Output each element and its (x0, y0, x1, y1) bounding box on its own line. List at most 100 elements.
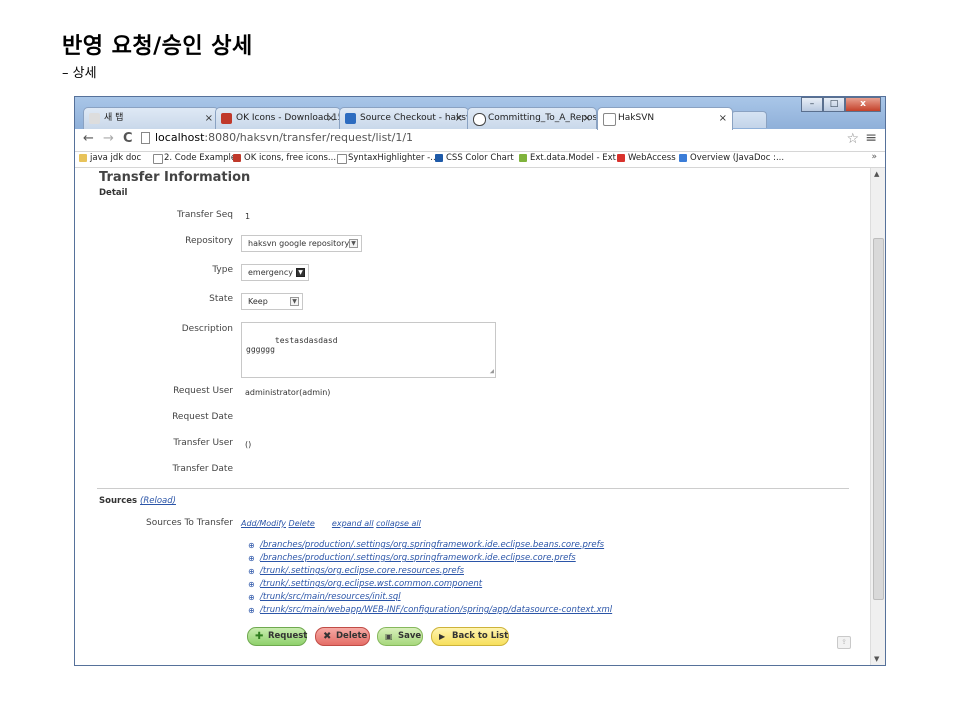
bookmark-syntaxhighlighter[interactable]: SyntaxHighlighter -... (337, 153, 438, 164)
state-select[interactable]: Keep ▼ (241, 293, 303, 310)
page-scrollbar[interactable]: ▲ ▼ (870, 168, 885, 665)
folder-icon (79, 154, 87, 162)
source-item[interactable]: ⊕/branches/production/.settings/org.spri… (248, 539, 612, 552)
slide-title: 반영 요청/승인 상세 (62, 34, 253, 59)
expand-node-icon[interactable]: ⊕ (248, 578, 255, 591)
close-icon[interactable]: × (205, 108, 213, 129)
bookmark-java-jdk-doc[interactable]: java jdk doc (79, 153, 141, 163)
bookmark-code-example[interactable]: 2. Code Example (153, 153, 236, 164)
state-label: State (209, 294, 233, 304)
browser-toolbar: ← → C localhost:8080/haksvn/transfer/req… (75, 129, 885, 152)
sources-to-transfer-label: Sources To Transfer (146, 518, 233, 528)
transfer-seq-value: 1 (245, 212, 251, 221)
tab-committing[interactable]: Committing_To_A_Reposi × (467, 107, 597, 129)
scroll-down-icon[interactable]: ▼ (874, 655, 879, 663)
type-select[interactable]: emergency ▼ (241, 264, 309, 281)
maximize-button[interactable]: □ (823, 97, 845, 112)
request-date-label: Request Date (172, 412, 233, 422)
back-to-list-button[interactable]: ▶ Back to List (431, 627, 509, 646)
bookmark-javadoc-overview[interactable]: Overview (JavaDoc :... (679, 153, 784, 163)
expand-node-icon[interactable]: ⊕ (248, 591, 255, 604)
bookmark-css-color-chart[interactable]: CSS Color Chart (435, 153, 514, 163)
blank-page-icon (603, 113, 616, 126)
new-tab-button[interactable] (731, 111, 767, 128)
javadoc-icon (679, 154, 687, 162)
detail-section-heading: Detail (99, 188, 128, 198)
add-modify-link[interactable]: Add/Modify (241, 519, 286, 528)
ok-icons-favicon-icon (233, 154, 241, 162)
minimize-button[interactable]: – (801, 97, 823, 112)
close-icon[interactable]: × (455, 108, 463, 129)
description-label: Description (181, 324, 233, 334)
disk-icon: ▣ (385, 632, 393, 641)
scrollbar-thumb[interactable] (873, 238, 884, 600)
tab-new[interactable]: 새 탭 × (83, 107, 219, 129)
tab-label: HakSVN (618, 113, 655, 123)
tab-ok-icons[interactable]: OK Icons - Download 15 × (215, 107, 341, 129)
sources-list: ⊕/branches/production/.settings/org.spri… (248, 539, 612, 617)
transfer-user-label: Transfer User (173, 438, 233, 448)
bookmark-webaccess[interactable]: WebAccess (617, 153, 676, 163)
delete-button[interactable]: ✖ Delete (315, 627, 370, 646)
repository-label: Repository (185, 236, 233, 246)
x-icon: ✖ (323, 631, 332, 642)
play-arrow-icon: ▶ (439, 632, 446, 641)
transfer-date-label: Transfer Date (172, 464, 233, 474)
url-text: localhost:8080/haksvn/transfer/request/l… (155, 131, 414, 144)
description-textarea[interactable]: testasdasdasd gggggg ◢ (241, 322, 496, 378)
close-icon[interactable]: × (719, 108, 727, 129)
browser-window: 새 탭 × OK Icons - Download 15 × Source Ch… (74, 96, 886, 666)
close-icon[interactable]: × (327, 108, 335, 129)
sources-actions: Add/Modify Delete expand all collapse al… (241, 519, 421, 528)
page-icon (141, 132, 150, 144)
request-user-label: Request User (173, 386, 233, 396)
expand-node-icon[interactable]: ⊕ (248, 552, 255, 565)
page-icon (153, 154, 163, 164)
browser-titlebar: 새 탭 × OK Icons - Download 15 × Source Ch… (75, 97, 885, 130)
scroll-up-icon[interactable]: ▲ (874, 170, 879, 178)
type-label: Type (212, 265, 233, 275)
repository-select[interactable]: haksvn google repository ▼ (241, 235, 362, 252)
share-icon[interactable]: ⇪ (837, 636, 851, 649)
save-button[interactable]: ▣ Save (377, 627, 423, 646)
window-close-button[interactable]: x (845, 97, 881, 112)
forward-arrow-icon[interactable]: → (103, 131, 114, 146)
google-code-favicon-icon (345, 113, 356, 124)
tab-source-checkout[interactable]: Source Checkout - haksv × (339, 107, 469, 129)
menu-icon[interactable]: ≡ (865, 130, 877, 146)
window-controls: – □ x (801, 97, 881, 113)
ext-js-icon (519, 154, 527, 162)
reload-icon[interactable]: C (123, 131, 133, 146)
request-button[interactable]: ✚ Request (247, 627, 307, 646)
tab-label: OK Icons - Download 15 (236, 113, 341, 123)
collapse-all-link[interactable]: collapse all (376, 519, 421, 528)
expand-all-link[interactable]: expand all (332, 519, 374, 528)
source-item[interactable]: ⊕/trunk/.settings/org.eclipse.wst.common… (248, 578, 612, 591)
reload-link[interactable]: (Reload) (140, 496, 176, 506)
transfer-seq-label: Transfer Seq (176, 210, 233, 220)
source-item[interactable]: ⊕/trunk/src/main/resources/init.sql (248, 591, 612, 604)
address-bar[interactable]: localhost:8080/haksvn/transfer/request/l… (137, 130, 837, 148)
sources-section-heading: Sources (Reload) (99, 496, 176, 506)
source-item[interactable]: ⊕/branches/production/.settings/org.spri… (248, 552, 612, 565)
section-divider (97, 488, 849, 489)
close-icon[interactable]: × (583, 108, 591, 129)
bookmark-star-icon[interactable]: ☆ (846, 131, 859, 147)
bookmarks-more-icon[interactable]: » (871, 152, 877, 162)
expand-node-icon[interactable]: ⊕ (248, 604, 255, 617)
plus-icon: ✚ (255, 631, 264, 642)
resize-grip-icon[interactable]: ◢ (490, 367, 494, 376)
expand-node-icon[interactable]: ⊕ (248, 565, 255, 578)
delete-link[interactable]: Delete (289, 519, 315, 528)
webaccess-icon (617, 154, 625, 162)
bookmark-ext-data-model[interactable]: Ext.data.Model - Ext... (519, 153, 624, 163)
tab-haksvn[interactable]: HakSVN × (597, 107, 733, 130)
page-icon (337, 154, 347, 164)
source-item[interactable]: ⊕/trunk/.settings/org.eclipse.core.resou… (248, 565, 612, 578)
request-user-value: administrator(admin) (245, 388, 331, 397)
expand-node-icon[interactable]: ⊕ (248, 539, 255, 552)
back-arrow-icon[interactable]: ← (83, 131, 94, 146)
bookmark-ok-icons[interactable]: OK icons, free icons... (233, 153, 336, 163)
svn-favicon-icon (473, 113, 486, 126)
source-item[interactable]: ⊕/trunk/src/main/webapp/WEB-INF/configur… (248, 604, 612, 617)
